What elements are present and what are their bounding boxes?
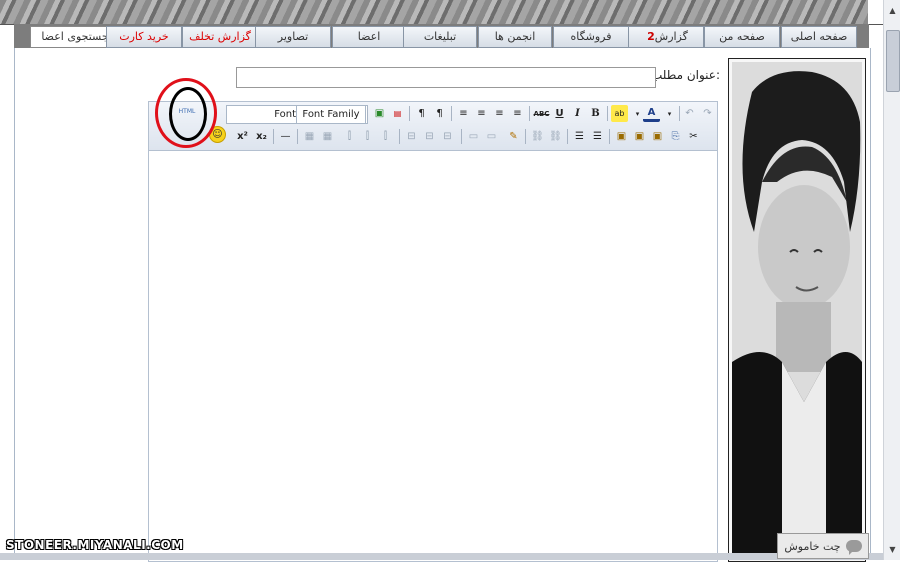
delete-col-icon[interactable]: ⫿ [377,128,394,145]
nav-tab-my-page[interactable]: صفحه من [704,26,780,48]
toolbar-separator [567,129,568,144]
font-color-icon[interactable]: A [643,105,660,122]
nav-tab-ads[interactable]: تبلیغات [403,26,477,48]
link-icon[interactable]: ⛓ [547,128,564,145]
scroll-thumb[interactable] [886,30,900,92]
post-title-input[interactable] [236,67,656,88]
site-banner [0,0,883,25]
paste-word-icon[interactable]: ▣ [649,128,666,145]
font-family-select[interactable]: Font Family [296,105,366,124]
scroll-up-icon[interactable]: ▲ [884,2,900,19]
toolbar-separator [297,129,298,144]
insert-row-icon[interactable]: ⊟ [403,128,420,145]
paste-icon[interactable]: ▣ [613,128,630,145]
bullet-list-icon[interactable]: ☰ [589,128,606,145]
banner-edge [868,0,883,24]
subscript-icon[interactable]: x₂ [253,128,270,145]
edit-icon[interactable]: ✎ [505,128,522,145]
editor-toolbar: Font Size Font Family ▣ ▤ ¶ ¶ ≡ ≡ ≡ ≡ AB… [148,101,718,151]
nav-tab-report-label: گزارش [654,30,688,43]
align-center-icon[interactable]: ≡ [491,105,508,122]
nav-tab-shop[interactable]: فروشگاه [553,26,629,48]
nav-tab-forums[interactable]: انجمن ها [478,26,552,48]
profile-photo-frame [728,58,866,562]
toolbar-separator [273,129,274,144]
nav-tab-photos[interactable]: تصاویر [255,26,331,48]
report-count-badge: 2 [647,30,655,43]
insert-col-icon[interactable]: ⫿ [341,128,358,145]
toolbar-separator [529,106,530,121]
insert-col-before-icon[interactable]: ⫿ [359,128,376,145]
unlink-icon[interactable]: ⛓ [529,128,546,145]
highlight-color-icon[interactable]: ab [611,105,628,122]
chat-label: چت خاموش [784,539,841,553]
profile-photo [732,62,862,558]
toolbar-separator [461,129,462,144]
nav-tab-report[interactable]: گزارش2 [628,26,704,48]
insert-row-before-icon[interactable]: ⊟ [421,128,438,145]
redo-icon[interactable]: ↷ [699,105,716,122]
black-annotation-circle [169,87,207,141]
table-props-icon[interactable]: ▦ [319,128,336,145]
align-left-icon[interactable]: ≡ [509,105,526,122]
split-cells-icon[interactable]: ▭ [483,128,500,145]
italic-icon[interactable]: I [569,105,586,122]
bold-icon[interactable]: B [587,105,604,122]
nav-tab-buy-charge[interactable]: خرید کارت شارژ [106,26,182,63]
toolbar-separator [525,129,526,144]
toolbar-row-2: x² x₂ — ▦ ▦ ⫿ ⫿ ⫿ ⊟ ⊟ ⊟ ▭ ▭ ✎ ⛓ ⛓ ☰ ☰ ▣ … [149,126,717,148]
table-icon[interactable]: ▦ [301,128,318,145]
superscript-icon[interactable]: x² [234,128,251,145]
ltr-icon[interactable]: ¶ [413,105,430,122]
chat-toggle-button[interactable]: چت خاموش [777,533,869,559]
copy-icon[interactable]: ⎘ [667,128,684,145]
toolbar-separator [609,129,610,144]
dropdown-arrow-icon[interactable]: ▾ [661,105,678,122]
main-nav: جستجوی اعضا خرید کارت شارژ گزارش تخلف تص… [14,24,869,63]
nav-tab-home[interactable]: صفحه اصلی [781,26,857,48]
toolbar-separator [399,129,400,144]
underline-icon[interactable]: U [551,105,568,122]
toolbar-separator [367,106,368,121]
nav-tab-report-abuse[interactable]: گزارش تخلف [182,26,258,48]
align-right-icon[interactable]: ≡ [473,105,490,122]
bottom-strip [0,553,883,560]
nav-tab-members[interactable]: اعضا [332,26,406,48]
editor-body[interactable] [148,150,718,562]
insert-picture-icon[interactable]: ▤ [389,105,406,122]
scroll-down-icon[interactable]: ▼ [884,541,900,558]
toolbar-separator [409,106,410,121]
cut-icon[interactable]: ✂ [685,128,702,145]
undo-icon[interactable]: ↶ [681,105,698,122]
toolbar-separator [451,106,452,121]
toolbar-separator [607,106,608,121]
merge-cells-icon[interactable]: ▭ [465,128,482,145]
watermark: STONEER.MIYANALI.COM [6,538,184,552]
post-title-label: عنوان مطلب: [650,68,720,82]
insert-image-icon[interactable]: ▣ [371,105,388,122]
chat-bubble-icon [845,540,862,555]
page-scrollbar[interactable]: ▲ ▼ [883,0,900,560]
paste-text-icon[interactable]: ▣ [631,128,648,145]
justify-icon[interactable]: ≡ [455,105,472,122]
delete-row-icon[interactable]: ⊟ [439,128,456,145]
numbered-list-icon[interactable]: ☰ [571,128,588,145]
strikethrough-icon[interactable]: ABC [533,105,550,122]
toolbar-row-1: Font Size Font Family ▣ ▤ ¶ ¶ ≡ ≡ ≡ ≡ AB… [149,103,717,125]
rtl-icon[interactable]: ¶ [431,105,448,122]
horizontal-rule-icon[interactable]: — [277,128,294,145]
toolbar-separator [679,106,680,121]
